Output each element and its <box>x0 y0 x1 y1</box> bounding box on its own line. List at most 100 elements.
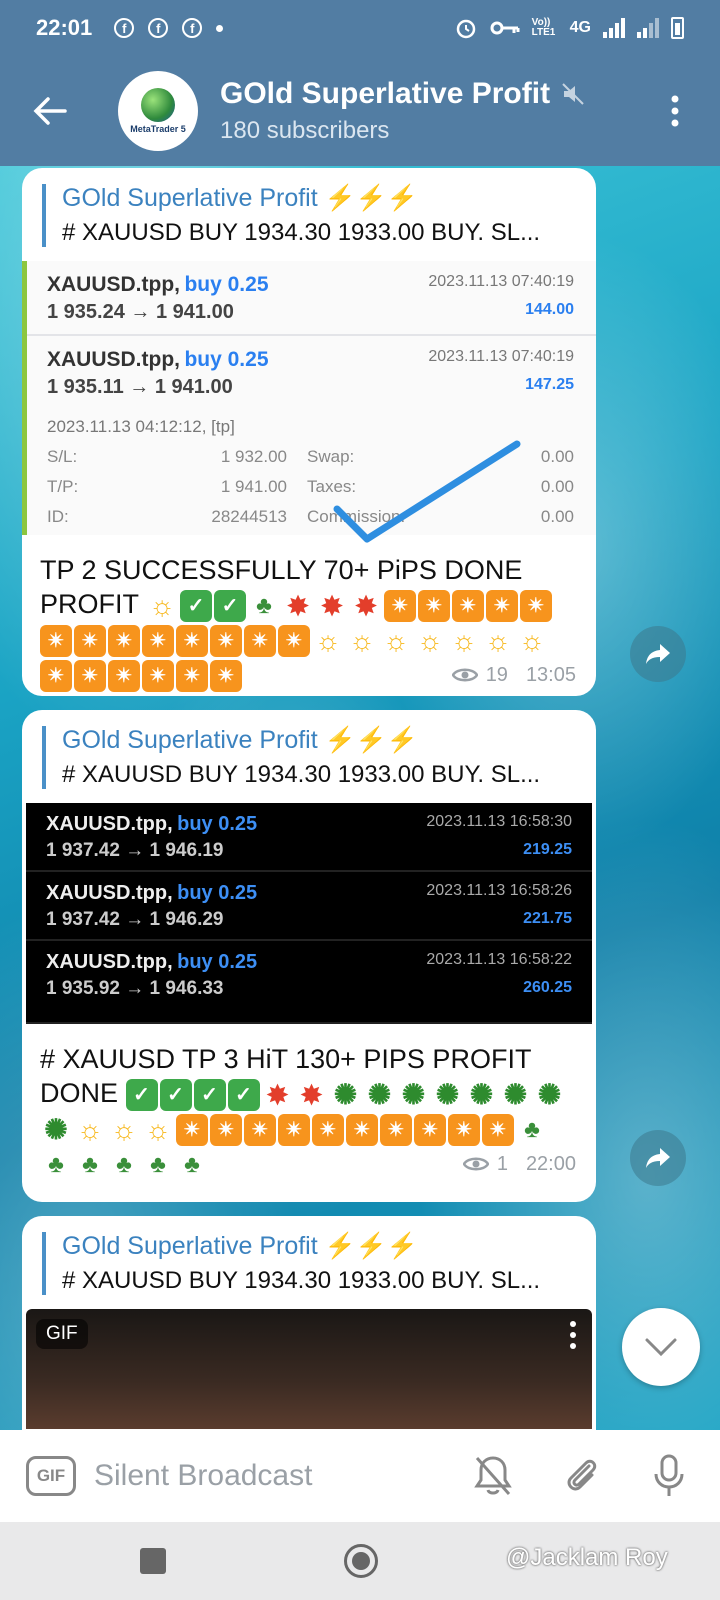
detail-key: ID: <box>47 507 69 526</box>
facebook-icon: f <box>148 18 169 38</box>
globe-icon <box>141 88 175 122</box>
reply-text: # XAUUSD BUY 1934.30 1933.00 BUY. SL... <box>62 1267 541 1294</box>
reply-quote[interactable]: GOld Superlative Profit ⚡⚡⚡ # XAUUSD BUY… <box>42 726 576 789</box>
trade-screenshot[interactable]: XAUUSD.tpp, buy 0.25 1 935.24 → 1 941.00… <box>22 261 596 543</box>
star-emoji: ✴ <box>448 1113 480 1146</box>
home-button[interactable] <box>344 1544 378 1578</box>
virus-emoji: ✺ <box>367 1078 392 1110</box>
system-nav-bar: @Jacklam Roy <box>0 1522 720 1600</box>
trade-prices: 1 937.42 → 1 946.19 <box>46 840 224 861</box>
star-emoji: ✴ <box>312 1113 344 1146</box>
sun-emoji: ☼ <box>149 589 175 621</box>
star-emoji: ✴ <box>210 659 242 692</box>
trade-prices: 1 935.11 → 1 941.00 <box>47 376 233 398</box>
scroll-down-button[interactable] <box>622 1308 700 1386</box>
star-emoji: ✴ <box>74 624 106 657</box>
volte-label: Vo)) LTE1 <box>531 17 556 38</box>
bell-off-icon <box>474 1456 512 1495</box>
gif-button[interactable]: GIF <box>26 1456 76 1496</box>
star-emoji: ✴ <box>244 624 276 657</box>
sun-emoji: ☼ <box>315 624 341 656</box>
message-input[interactable]: Silent Broadcast <box>94 1459 430 1493</box>
back-button[interactable] <box>0 56 100 166</box>
trade-symbol: XAUUSD.tpp, <box>46 813 173 835</box>
star-emoji: ✴ <box>40 624 72 657</box>
star-emoji: ✴ <box>278 624 310 657</box>
star-emoji: ✴ <box>414 1113 446 1146</box>
channel-info[interactable]: GOld Superlative Profit 180 subscribers <box>220 77 650 145</box>
reply-author: GOld Superlative Profit ⚡⚡⚡ <box>62 1232 418 1260</box>
virus-emoji: ✺ <box>537 1078 562 1110</box>
star-emoji: ✴ <box>176 1113 208 1146</box>
more-vertical-icon[interactable] <box>568 1321 578 1354</box>
channel-avatar[interactable]: MetaTrader 5 <box>118 71 198 151</box>
boom-emoji: ✸ <box>266 1079 289 1110</box>
subscriber-count: 180 subscribers <box>220 117 390 144</box>
microphone-icon <box>654 1454 684 1496</box>
star-emoji: ✴ <box>380 1113 412 1146</box>
chat-area[interactable]: GOld Superlative Profit ⚡⚡⚡ # XAUUSD BUY… <box>0 166 720 1430</box>
notification-off-button[interactable] <box>468 1451 518 1501</box>
star-emoji: ✴ <box>384 589 417 622</box>
plant-emoji: ♣ <box>116 1150 132 1178</box>
mute-icon <box>562 83 584 105</box>
paperclip-icon <box>567 1459 597 1491</box>
facebook-icon: f <box>182 18 203 38</box>
sun-emoji: ☼ <box>451 624 477 656</box>
trade-screenshot[interactable]: XAUUSD.tpp, buy 0.25 1 937.42 → 1 946.19… <box>26 803 592 1024</box>
boom-emoji: ✸ <box>287 590 309 621</box>
eye-icon <box>451 668 478 682</box>
star-emoji: ✴ <box>520 589 553 622</box>
view-count: 19 <box>485 663 508 686</box>
star-emoji: ✴ <box>210 1113 242 1146</box>
virus-emoji: ✺ <box>333 1078 358 1110</box>
sun-emoji: ☼ <box>145 1113 171 1145</box>
more-options-button[interactable] <box>650 81 700 141</box>
reply-quote[interactable]: GOld Superlative Profit ⚡⚡⚡ # XAUUSD BUY… <box>42 184 576 247</box>
trade-side: buy 0.25 <box>177 882 258 904</box>
virus-emoji: ✺ <box>469 1078 494 1110</box>
message-line: PROFIT <box>40 589 139 619</box>
channel-title: GOld Superlative Profit <box>220 77 551 110</box>
message-bubble[interactable]: GOld Superlative Profit ⚡⚡⚡ # XAUUSD BUY… <box>22 1216 596 1430</box>
trade-symbol: XAUUSD.tpp, <box>46 951 173 973</box>
trade-details: 2023.11.13 04:12:12, [tp] S/L: 1 932.00 … <box>27 409 596 543</box>
virus-emoji: ✺ <box>44 1113 68 1145</box>
message-input-bar: GIF Silent Broadcast <box>0 1430 720 1522</box>
star-emoji: ✴ <box>74 659 106 692</box>
boom-emoji: ✸ <box>355 590 377 621</box>
battery-icon <box>671 17 684 39</box>
channel-header: MetaTrader 5 GOld Superlative Profit 180… <box>0 56 720 166</box>
sun-emoji: ☼ <box>485 624 511 656</box>
trade-symbol: XAUUSD.tpp, <box>47 273 180 296</box>
plant-emoji: ♣ <box>524 1115 540 1143</box>
recent-apps-button[interactable] <box>140 1548 166 1574</box>
share-button[interactable] <box>630 1130 686 1186</box>
attach-button[interactable] <box>556 1451 606 1501</box>
trade-row: XAUUSD.tpp, buy 0.25 1 935.11 → 1 941.00… <box>27 336 596 409</box>
message-bubble[interactable]: GOld Superlative Profit ⚡⚡⚡ # XAUUSD BUY… <box>22 168 596 696</box>
chevron-down-icon <box>645 1338 677 1357</box>
share-button[interactable] <box>630 626 686 682</box>
reply-quote[interactable]: GOld Superlative Profit ⚡⚡⚡ # XAUUSD BUY… <box>42 1232 576 1295</box>
sun-emoji: ☼ <box>349 624 375 656</box>
plant-emoji: ♣ <box>82 1150 98 1178</box>
virus-emoji: ✺ <box>435 1078 460 1110</box>
star-emoji: ✴ <box>486 589 519 622</box>
trade-opened: 2023.11.13 04:12:12, [tp] <box>47 417 235 436</box>
star-emoji: ✴ <box>176 659 208 692</box>
message-time: 22:00 <box>525 1152 576 1175</box>
gif-preview[interactable]: GIF <box>26 1309 592 1429</box>
voice-button[interactable] <box>644 1451 694 1501</box>
boom-emoji: ✸ <box>321 590 343 621</box>
trade-side: buy 0.25 <box>184 273 269 296</box>
check-emoji: ✓ <box>159 1078 192 1111</box>
message-bubble[interactable]: GOld Superlative Profit ⚡⚡⚡ # XAUUSD BUY… <box>22 710 596 1202</box>
star-emoji: ✴ <box>346 1113 378 1146</box>
trade-date: 2023.11.13 16:58:26 <box>426 882 572 899</box>
share-arrow-icon <box>646 1148 670 1168</box>
trade-date: 2023.11.13 16:58:30 <box>426 813 572 830</box>
sun-emoji: ☼ <box>417 624 443 656</box>
trade-profit: 147.25 <box>525 376 574 393</box>
trade-prices: 1 937.42 → 1 946.29 <box>46 909 224 930</box>
